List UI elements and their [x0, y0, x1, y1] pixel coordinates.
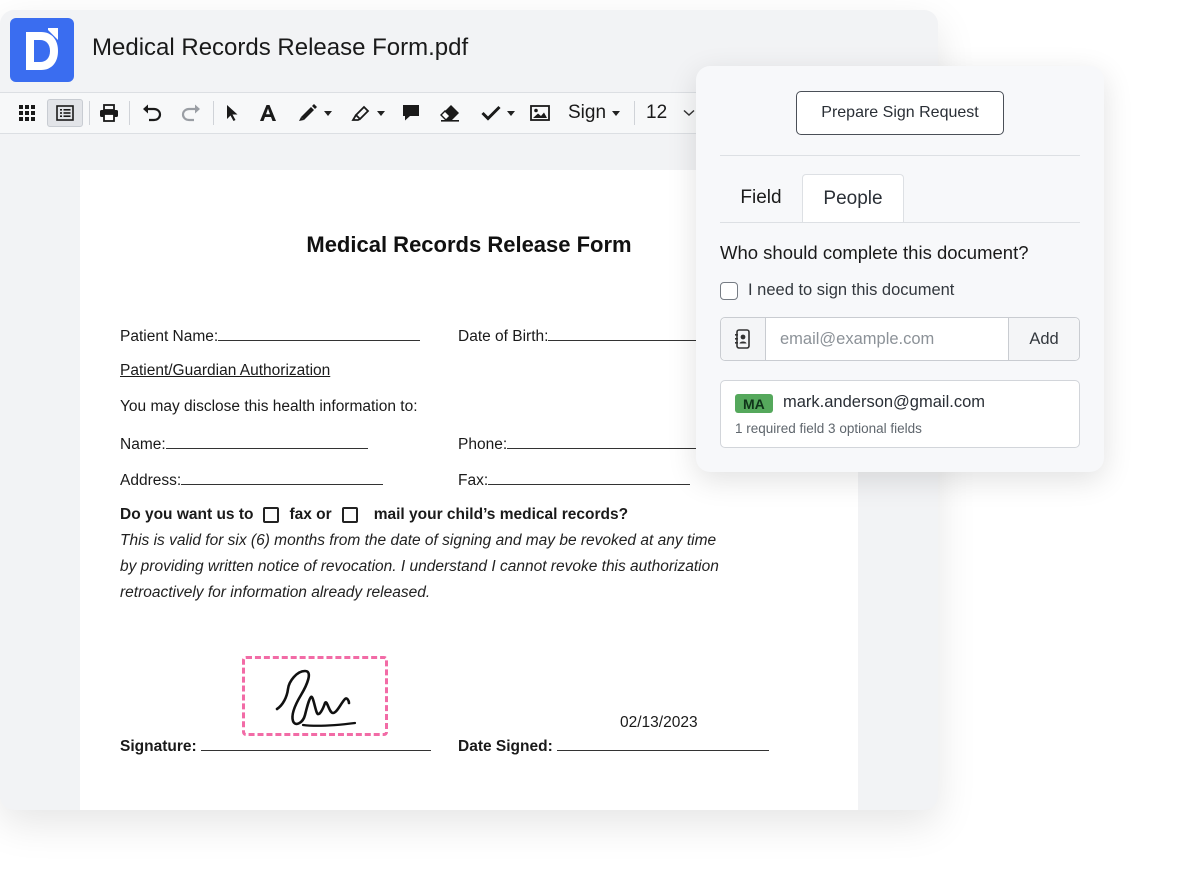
chevron-down-icon: [612, 110, 621, 116]
dob-label: Date of Birth:: [458, 328, 549, 345]
date-signed-field[interactable]: Date Signed:: [458, 736, 769, 756]
tab-people[interactable]: People: [802, 174, 904, 222]
recipients-question: Who should complete this document?: [720, 242, 1029, 263]
tab-field[interactable]: Field: [720, 174, 802, 222]
validity-notice: This is valid for six (6) months from th…: [120, 528, 800, 606]
validity-line-2: by providing written notice of revocatio…: [120, 558, 719, 575]
dob-line[interactable]: [548, 326, 699, 341]
sign-request-panel: Prepare Sign Request Field People Who sh…: [696, 66, 1104, 472]
self-sign-checkbox[interactable]: [720, 281, 738, 300]
undo-icon: [143, 104, 162, 122]
fax-field[interactable]: Fax:: [458, 470, 691, 490]
chevron-down-icon: [377, 110, 385, 116]
redo-icon: [181, 104, 200, 122]
recipient-card[interactable]: MA mark.anderson@gmail.com 1 required fi…: [720, 380, 1080, 448]
chevron-down-icon: [507, 110, 515, 116]
app-logo-icon: [10, 18, 74, 82]
chevron-down-icon: [683, 109, 695, 117]
address-line[interactable]: [181, 470, 384, 485]
outline-view-button[interactable]: [47, 99, 83, 127]
eraser-tool-button[interactable]: [436, 99, 464, 127]
fax-option-label: fax or: [289, 506, 332, 523]
signature-drawing: [275, 669, 357, 727]
checkmark-icon: [481, 105, 501, 121]
delivery-question: Do you want us to fax or mail your child’s…: [120, 506, 628, 524]
signature-field[interactable]: [242, 656, 388, 736]
phone-line[interactable]: [507, 434, 700, 449]
printer-icon: [100, 104, 118, 122]
recipient-email: mark.anderson@gmail.com: [783, 393, 985, 411]
signature-line[interactable]: [200, 736, 431, 751]
grid-icon: [19, 105, 35, 121]
font-size-select[interactable]: 12: [646, 99, 702, 127]
recipient-fields-summary: 1 required field 3 optional fields: [735, 421, 922, 436]
validity-line-3: retroactively for information already re…: [120, 584, 431, 601]
list-icon: [56, 105, 74, 121]
signature-line-field[interactable]: Signature:: [120, 736, 431, 756]
fax-line[interactable]: [488, 470, 691, 485]
add-recipient-group: Add: [720, 317, 1080, 361]
highlighter-tool-button[interactable]: [346, 99, 390, 127]
signature-label: Signature:: [120, 738, 197, 755]
patient-name-field[interactable]: Patient Name:: [120, 326, 421, 346]
divider: [720, 155, 1080, 156]
image-tool-button[interactable]: [526, 99, 554, 127]
recipient-name-field[interactable]: Name:: [120, 434, 368, 454]
print-button[interactable]: [95, 99, 123, 127]
redo-button[interactable]: [177, 99, 205, 127]
thumbnails-button[interactable]: [12, 99, 42, 127]
select-tool-button[interactable]: [220, 99, 246, 127]
cursor-icon: [227, 105, 238, 121]
pen-tool-button[interactable]: [292, 99, 338, 127]
address-field[interactable]: Address:: [120, 470, 384, 490]
contacts-button[interactable]: [721, 318, 766, 360]
font-size-value: 12: [646, 102, 668, 123]
sign-label: Sign: [567, 102, 607, 123]
disclose-label: You may disclose this health information…: [120, 398, 418, 415]
document-title: Medical Records Release Form.pdf: [92, 34, 469, 61]
checkmark-tool-button[interactable]: [476, 99, 520, 127]
recipient-initials-badge: MA: [735, 394, 773, 413]
phone-field[interactable]: Phone:: [458, 434, 700, 454]
name-line[interactable]: [165, 434, 368, 449]
undo-button[interactable]: [138, 99, 166, 127]
phone-label: Phone:: [458, 436, 508, 453]
fax-checkbox[interactable]: [263, 507, 280, 523]
patient-name-line[interactable]: [218, 326, 421, 341]
date-signed-line[interactable]: [556, 736, 769, 751]
address-book-icon: [735, 329, 750, 349]
question-prefix: Do you want us to: [120, 506, 254, 523]
name-label: Name:: [120, 436, 166, 453]
self-sign-label: I need to sign this document: [748, 281, 955, 299]
date-signed-value: 02/13/2023: [620, 714, 698, 731]
prepare-sign-request-button[interactable]: Prepare Sign Request: [796, 91, 1004, 135]
validity-line-1: This is valid for six (6) months from th…: [120, 532, 717, 549]
self-sign-option[interactable]: I need to sign this document: [720, 281, 954, 300]
date-signed-label: Date Signed:: [458, 738, 553, 755]
dob-field[interactable]: Date of Birth:: [458, 326, 699, 346]
fax-label: Fax:: [458, 472, 489, 489]
authorization-heading: Patient/Guardian Authorization: [120, 362, 331, 379]
chevron-down-icon: [324, 110, 332, 116]
address-label: Address:: [120, 472, 182, 489]
patient-name-label: Patient Name:: [120, 328, 219, 345]
sign-menu-button[interactable]: Sign: [562, 99, 626, 127]
text-tool-button[interactable]: [254, 99, 282, 127]
tabs-divider: [720, 222, 1080, 223]
mail-option-label: mail your child’s medical records?: [373, 506, 629, 523]
highlighter-icon: [351, 105, 370, 121]
text-icon: [260, 105, 276, 121]
add-recipient-button[interactable]: Add: [1008, 318, 1079, 360]
eraser-icon: [440, 105, 459, 122]
comment-tool-button[interactable]: [398, 99, 424, 127]
image-icon: [530, 105, 550, 121]
email-input[interactable]: [766, 318, 1008, 360]
mail-checkbox[interactable]: [341, 507, 358, 523]
comment-icon: [403, 105, 419, 121]
pen-icon: [299, 104, 317, 121]
